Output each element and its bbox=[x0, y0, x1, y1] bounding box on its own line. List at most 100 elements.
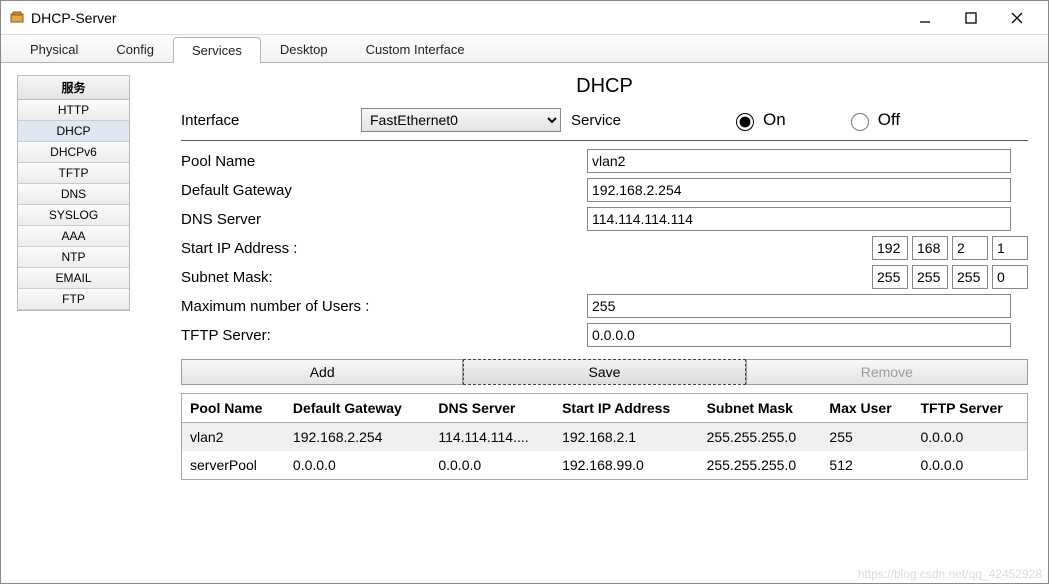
app-window: DHCP-Server PhysicalConfigServicesDeskto… bbox=[0, 0, 1049, 584]
dns-row: DNS Server bbox=[181, 207, 1028, 231]
table-cell: 192.168.99.0 bbox=[554, 451, 699, 480]
interface-label: Interface bbox=[181, 112, 361, 129]
tab-desktop[interactable]: Desktop bbox=[261, 36, 347, 62]
service-off-input[interactable] bbox=[851, 113, 869, 131]
table-cell: 0.0.0.0 bbox=[913, 423, 1028, 452]
start-ip-oct2[interactable] bbox=[912, 236, 948, 260]
content-area: 服务 HTTPDHCPDHCPv6TFTPDNSSYSLOGAAANTPEMAI… bbox=[1, 63, 1048, 583]
action-buttons: Add Save Remove bbox=[181, 359, 1028, 385]
pool-name-input[interactable] bbox=[587, 149, 1011, 173]
table-cell: 192.168.2.254 bbox=[285, 423, 430, 452]
table-cell: 0.0.0.0 bbox=[430, 451, 554, 480]
pool-name-row: Pool Name bbox=[181, 140, 1028, 173]
interface-select[interactable]: FastEthernet0 bbox=[361, 108, 561, 132]
table-header[interactable]: Pool Name bbox=[182, 394, 285, 423]
app-icon bbox=[9, 10, 25, 26]
sidebar-item-syslog[interactable]: SYSLOG bbox=[18, 205, 129, 226]
table-cell: 0.0.0.0 bbox=[913, 451, 1028, 480]
pool-name-label: Pool Name bbox=[181, 153, 587, 170]
services-sidebar: 服务 HTTPDHCPDHCPv6TFTPDNSSYSLOGAAANTPEMAI… bbox=[1, 63, 151, 583]
service-list: 服务 HTTPDHCPDHCPv6TFTPDNSSYSLOGAAANTPEMAI… bbox=[17, 75, 130, 311]
close-button[interactable] bbox=[994, 3, 1040, 33]
sidebar-item-email[interactable]: EMAIL bbox=[18, 268, 129, 289]
tab-physical[interactable]: Physical bbox=[11, 36, 97, 62]
sidebar-item-dhcp[interactable]: DHCP bbox=[18, 121, 129, 142]
sidebar-scrollbar[interactable] bbox=[130, 75, 145, 311]
dns-label: DNS Server bbox=[181, 211, 587, 228]
close-icon bbox=[1011, 12, 1023, 24]
table-cell: 255.255.255.0 bbox=[699, 451, 822, 480]
table-cell: 255 bbox=[821, 423, 912, 452]
table-header[interactable]: Start IP Address bbox=[554, 394, 699, 423]
panel-heading: DHCP bbox=[181, 75, 1028, 98]
sidebar-item-ntp[interactable]: NTP bbox=[18, 247, 129, 268]
off-label: Off bbox=[878, 110, 900, 130]
maxusers-label: Maximum number of Users : bbox=[181, 298, 587, 315]
sidebar-item-ftp[interactable]: FTP bbox=[18, 289, 129, 310]
service-label: Service bbox=[571, 112, 731, 129]
table-cell: serverPool bbox=[182, 451, 285, 480]
sidebar-item-http[interactable]: HTTP bbox=[18, 100, 129, 121]
gateway-input[interactable] bbox=[587, 178, 1011, 202]
sidebar-item-dhcpv6[interactable]: DHCPv6 bbox=[18, 142, 129, 163]
tftp-row: TFTP Server: bbox=[181, 323, 1028, 347]
subnet-row: Subnet Mask: bbox=[181, 265, 1028, 289]
maximize-button[interactable] bbox=[948, 3, 994, 33]
table-cell: 114.114.114.... bbox=[430, 423, 554, 452]
sidebar-header: 服务 bbox=[18, 76, 129, 100]
table-cell: 512 bbox=[821, 451, 912, 480]
tftp-input[interactable] bbox=[587, 323, 1011, 347]
table-header[interactable]: Default Gateway bbox=[285, 394, 430, 423]
window-controls bbox=[902, 3, 1040, 33]
table-cell: vlan2 bbox=[182, 423, 285, 452]
table-cell: 0.0.0.0 bbox=[285, 451, 430, 480]
maximize-icon bbox=[965, 12, 977, 24]
tab-custom-interface[interactable]: Custom Interface bbox=[347, 36, 484, 62]
subnet-oct1[interactable] bbox=[872, 265, 908, 289]
pool-table: Pool NameDefault GatewayDNS ServerStart … bbox=[181, 393, 1028, 480]
title-text: DHCP-Server bbox=[31, 10, 902, 26]
sidebar-item-aaa[interactable]: AAA bbox=[18, 226, 129, 247]
start-ip-oct1[interactable] bbox=[872, 236, 908, 260]
interface-row: Interface FastEthernet0 Service On Off bbox=[181, 108, 1028, 132]
tab-config[interactable]: Config bbox=[97, 36, 173, 62]
service-on-input[interactable] bbox=[736, 113, 754, 131]
tab-services[interactable]: Services bbox=[173, 37, 261, 63]
maxusers-input[interactable] bbox=[587, 294, 1011, 318]
dhcp-panel: DHCP Interface FastEthernet0 Service On … bbox=[151, 63, 1048, 583]
add-button[interactable]: Add bbox=[181, 359, 463, 385]
table-header[interactable]: Subnet Mask bbox=[699, 394, 822, 423]
table-row[interactable]: serverPool0.0.0.00.0.0.0192.168.99.0255.… bbox=[182, 451, 1028, 480]
gateway-label: Default Gateway bbox=[181, 182, 587, 199]
sidebar-item-tftp[interactable]: TFTP bbox=[18, 163, 129, 184]
service-on-radio[interactable]: On bbox=[731, 110, 786, 131]
minimize-icon bbox=[919, 12, 931, 24]
main-tabs: PhysicalConfigServicesDesktopCustom Inte… bbox=[1, 35, 1048, 63]
dns-input[interactable] bbox=[587, 207, 1011, 231]
subnet-label: Subnet Mask: bbox=[181, 269, 587, 286]
start-ip-label: Start IP Address : bbox=[181, 240, 587, 257]
remove-button[interactable]: Remove bbox=[746, 359, 1028, 385]
subnet-oct4[interactable] bbox=[992, 265, 1028, 289]
on-label: On bbox=[763, 110, 786, 130]
table-row[interactable]: vlan2192.168.2.254114.114.114....192.168… bbox=[182, 423, 1028, 452]
gateway-row: Default Gateway bbox=[181, 178, 1028, 202]
table-header-row: Pool NameDefault GatewayDNS ServerStart … bbox=[182, 394, 1028, 423]
table-header[interactable]: DNS Server bbox=[430, 394, 554, 423]
start-ip-oct3[interactable] bbox=[952, 236, 988, 260]
start-ip-row: Start IP Address : bbox=[181, 236, 1028, 260]
subnet-oct3[interactable] bbox=[952, 265, 988, 289]
service-off-radio[interactable]: Off bbox=[846, 110, 900, 131]
table-header[interactable]: TFTP Server bbox=[913, 394, 1028, 423]
maxusers-row: Maximum number of Users : bbox=[181, 294, 1028, 318]
minimize-button[interactable] bbox=[902, 3, 948, 33]
table-cell: 192.168.2.1 bbox=[554, 423, 699, 452]
tftp-label: TFTP Server: bbox=[181, 327, 587, 344]
table-header[interactable]: Max User bbox=[821, 394, 912, 423]
save-button[interactable]: Save bbox=[463, 359, 745, 385]
sidebar-item-dns[interactable]: DNS bbox=[18, 184, 129, 205]
table-cell: 255.255.255.0 bbox=[699, 423, 822, 452]
title-bar: DHCP-Server bbox=[1, 1, 1048, 35]
start-ip-oct4[interactable] bbox=[992, 236, 1028, 260]
subnet-oct2[interactable] bbox=[912, 265, 948, 289]
